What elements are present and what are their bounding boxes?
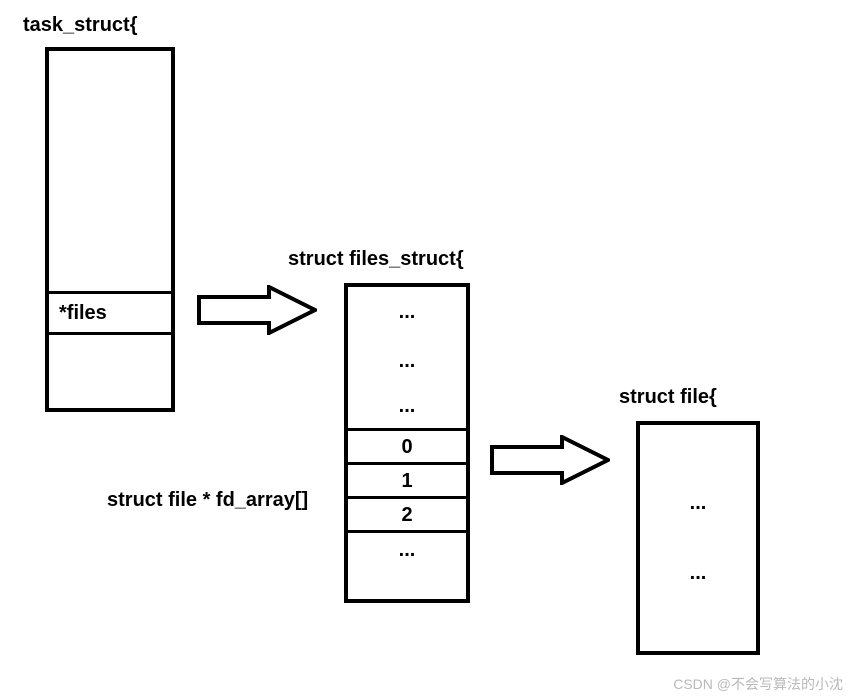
file-row-0: ...	[640, 488, 756, 518]
files-struct-ellipsis-2: ...	[348, 385, 466, 431]
box-struct-file: ... ...	[636, 421, 760, 655]
cell-files-pointer: *files	[49, 291, 171, 335]
files-pointer-text: *files	[59, 302, 107, 325]
label-task-struct: task_struct{	[23, 14, 138, 37]
fd-row-2: 2	[348, 499, 466, 533]
label-fd-array: struct file * fd_array[]	[107, 489, 308, 512]
box-files-struct: ... ... ... 0 1 2 ...	[344, 283, 470, 603]
label-files-struct: struct files_struct{	[288, 248, 464, 271]
fd-row-3: ...	[348, 533, 466, 567]
fd-row-0: 0	[348, 431, 466, 465]
files-struct-ellipsis-1: ...	[348, 337, 466, 385]
watermark: CSDN @不会写算法的小沈	[673, 674, 843, 694]
arrow-fd-to-file	[490, 435, 610, 485]
files-struct-ellipsis-0: ...	[348, 287, 466, 337]
arrow-files-to-files-struct	[197, 285, 317, 335]
label-struct-file: struct file{	[619, 386, 717, 409]
fd-row-1: 1	[348, 465, 466, 499]
box-task-struct: *files	[45, 47, 175, 412]
file-row-1: ...	[640, 558, 756, 588]
